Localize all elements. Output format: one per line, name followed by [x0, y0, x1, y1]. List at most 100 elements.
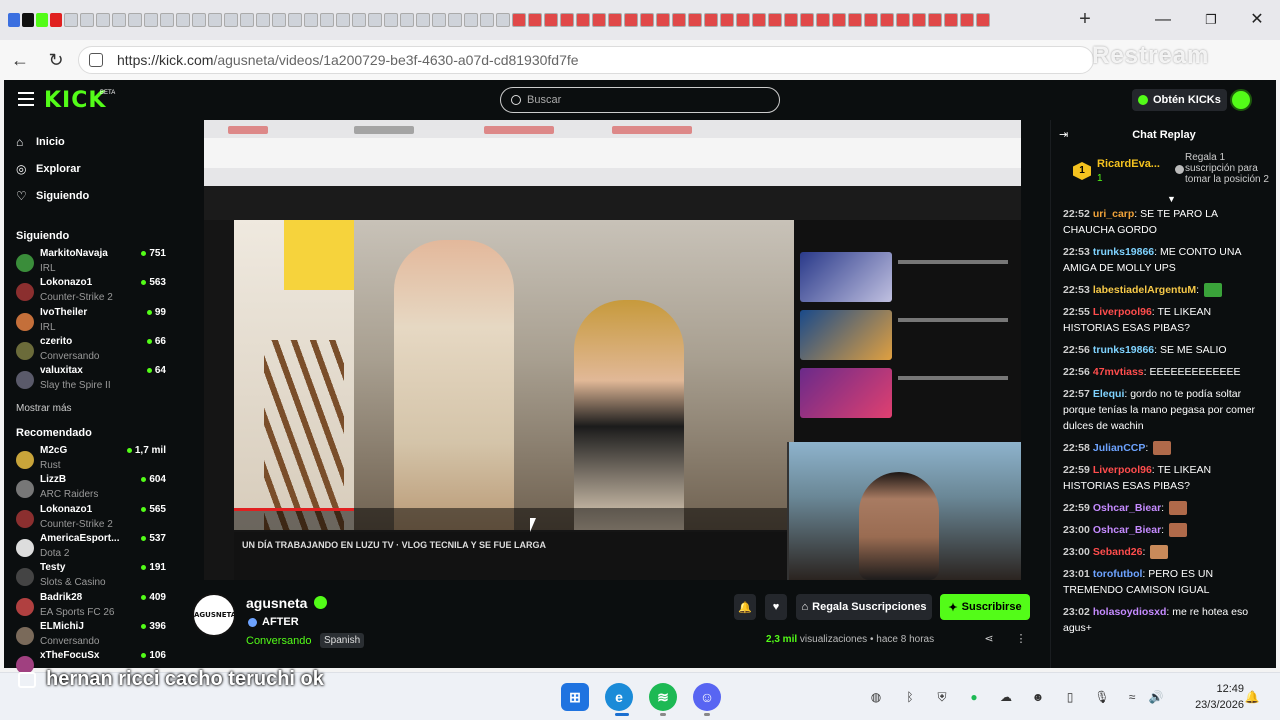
spotify-icon[interactable]: ≋: [649, 683, 677, 711]
sidebar-channel[interactable]: LizzB ARC Raiders 604: [16, 474, 166, 504]
tab-favicon[interactable]: [224, 13, 238, 27]
tab-favicon[interactable]: [896, 13, 910, 27]
tab-favicon[interactable]: [512, 13, 526, 27]
chevron-down-icon[interactable]: ▼: [1167, 194, 1176, 204]
video-controls[interactable]: [234, 508, 794, 530]
chat-username[interactable]: Liverpool96: [1093, 464, 1152, 476]
tab-favicon[interactable]: [432, 13, 446, 27]
usb-icon[interactable]: ▯: [1062, 689, 1078, 705]
show-more-link[interactable]: Mostrar más: [16, 403, 72, 414]
tab-favicon[interactable]: [608, 13, 622, 27]
discord-tray-icon[interactable]: ☻: [1030, 689, 1046, 705]
kick-logo[interactable]: KICK: [44, 88, 106, 113]
tab-favicon[interactable]: [288, 13, 302, 27]
chat-username[interactable]: trunks19866: [1093, 344, 1154, 356]
nav-explorar[interactable]: ◎ Explorar: [16, 159, 81, 179]
subscribe-button[interactable]: ✦ Suscribirse: [940, 594, 1030, 620]
volume-icon[interactable]: 🔊: [1148, 689, 1164, 705]
sidebar-channel[interactable]: czerito Conversando 66: [16, 336, 166, 366]
tab-favicon[interactable]: [256, 13, 270, 27]
tab-favicon[interactable]: [304, 13, 318, 27]
tab-favicon[interactable]: [736, 13, 750, 27]
tab-favicon[interactable]: [192, 13, 206, 27]
tab-favicon[interactable]: [640, 13, 654, 27]
tab-favicon[interactable]: [592, 13, 606, 27]
tab-favicon[interactable]: [336, 13, 350, 27]
get-kicks-button[interactable]: Obtén KICKs: [1132, 89, 1227, 111]
tab-favicon[interactable]: [864, 13, 878, 27]
close-window-button[interactable]: ✕: [1242, 8, 1272, 32]
onedrive-icon[interactable]: ☁: [998, 689, 1014, 705]
chat-username[interactable]: JulianCCP: [1093, 442, 1146, 454]
tab-favicon[interactable]: [416, 13, 430, 27]
tab-favicon[interactable]: [528, 13, 542, 27]
sidebar-channel[interactable]: Testy Slots & Casino 191: [16, 562, 166, 592]
language-tag[interactable]: Spanish: [320, 633, 365, 648]
tab-favicon[interactable]: [64, 13, 78, 27]
tab-favicon[interactable]: [928, 13, 942, 27]
tab-favicon[interactable]: [320, 13, 334, 27]
tab-favicon[interactable]: [144, 13, 158, 27]
start-icon[interactable]: ⊞: [561, 683, 589, 711]
clock-date[interactable]: 23/3/2026: [1178, 699, 1244, 711]
tab-favicon[interactable]: [96, 13, 110, 27]
more-options-icon[interactable]: ⋮: [1014, 632, 1028, 646]
bell-button[interactable]: 🔔: [734, 594, 756, 620]
tab-favicon[interactable]: [976, 13, 990, 27]
tab-favicon[interactable]: [752, 13, 766, 27]
url-field[interactable]: https://kick.com/agusneta/videos/1a20072…: [78, 46, 1094, 74]
discord-icon[interactable]: ☺: [693, 683, 721, 711]
tab-strip[interactable]: [8, 10, 1063, 30]
tab-favicon[interactable]: [576, 13, 590, 27]
minimize-button[interactable]: —: [1148, 8, 1178, 32]
tab-favicon[interactable]: [832, 13, 846, 27]
tab-favicon[interactable]: [880, 13, 894, 27]
tab-favicon[interactable]: [944, 13, 958, 27]
chat-username[interactable]: Seband26: [1093, 546, 1143, 558]
search-input[interactable]: Buscar: [500, 87, 780, 113]
tab-favicon[interactable]: [624, 13, 638, 27]
sidebar-channel[interactable]: M2cG Rust 1,7 mil: [16, 445, 166, 475]
tab-favicon[interactable]: [176, 13, 190, 27]
tab-favicon[interactable]: [128, 13, 142, 27]
chat-username[interactable]: uri_carp: [1093, 208, 1134, 220]
tab-favicon[interactable]: [960, 13, 974, 27]
tab-favicon[interactable]: [816, 13, 830, 27]
tab-favicon[interactable]: [848, 13, 862, 27]
nav-siguiendo[interactable]: ♡ Siguiendo: [16, 186, 89, 206]
streamer-name[interactable]: agusneta: [246, 595, 307, 611]
tab-favicon[interactable]: [672, 13, 686, 27]
notifications-icon[interactable]: 🔔: [1244, 689, 1260, 705]
bluetooth-icon[interactable]: ᛒ: [902, 689, 918, 705]
tab-favicon[interactable]: [240, 13, 254, 27]
spotify-tray-icon[interactable]: ●: [966, 689, 982, 705]
tab-favicon[interactable]: [8, 13, 20, 27]
tab-favicon[interactable]: [272, 13, 286, 27]
tab-favicon[interactable]: [560, 13, 574, 27]
tab-favicon[interactable]: [208, 13, 222, 27]
video-progress[interactable]: [234, 508, 354, 511]
sidebar-channel[interactable]: Lokonazo1 Counter-Strike 2 565: [16, 504, 166, 534]
chat-username[interactable]: Elequi: [1093, 388, 1125, 400]
menu-icon[interactable]: [18, 92, 34, 106]
tab-favicon[interactable]: [912, 13, 926, 27]
edge-icon[interactable]: e: [605, 683, 633, 711]
microphone-icon[interactable]: 🎙: [1094, 689, 1110, 705]
chat-username[interactable]: Oshcar_Biear: [1093, 502, 1161, 514]
site-info-icon[interactable]: [89, 53, 103, 67]
pinned-leaderboard[interactable]: 1 RicardEva... 1 Regala 1 suscripción pa…: [1059, 152, 1271, 204]
chat-username[interactable]: 47mvtiass: [1093, 366, 1144, 378]
tab-favicon[interactable]: [352, 13, 366, 27]
chat-username[interactable]: holasoydiosxd: [1093, 606, 1167, 618]
reload-button[interactable]: ↻: [44, 48, 68, 72]
tab-favicon[interactable]: [400, 13, 414, 27]
new-tab-button[interactable]: +: [1074, 8, 1096, 30]
video-player[interactable]: UN DÍA TRABAJANDO EN LUZU TV · VLOG TECN…: [204, 120, 1021, 580]
tab-favicon[interactable]: [704, 13, 718, 27]
tab-favicon[interactable]: [480, 13, 494, 27]
chat-username[interactable]: trunks19866: [1093, 246, 1154, 258]
sidebar-channel[interactable]: IvoTheiler IRL 99: [16, 307, 166, 337]
chat-username[interactable]: Oshcar_Biear: [1093, 524, 1161, 536]
category-link[interactable]: Conversando: [246, 635, 311, 647]
tab-favicon[interactable]: [36, 13, 48, 27]
